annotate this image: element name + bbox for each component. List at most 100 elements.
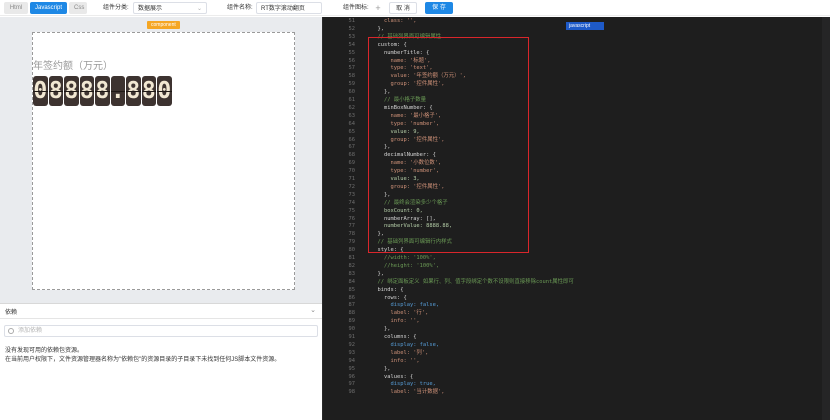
category-select[interactable]: 数据展示 ⌄ [133,2,207,14]
digit-box: 8 [126,76,141,106]
line-number: 54 [348,41,356,48]
empty-message-detail: 在当前用户权限下，文件资源管理器名称为"依赖包"的资源目录的子目录下未找到任何J… [5,357,281,363]
code-line[interactable]: label: '行', [371,310,428,318]
code-line[interactable]: }, [371,271,384,279]
line-number: 71 [348,176,356,182]
line-number: 68 [348,152,356,159]
line-number: 70 [348,168,356,175]
line-number: 75 [348,207,356,214]
tab-html[interactable]: Html [4,2,28,14]
dependency-title: 依赖 [5,310,18,316]
digit-box: 0 [33,76,48,106]
chevron-down-icon[interactable]: ⌄ [310,306,316,314]
code-line[interactable]: display: false, [371,342,439,350]
code-line[interactable]: info: '', [371,358,419,366]
code-line[interactable]: binds: { [371,287,403,295]
line-number: 79 [348,239,356,246]
preview-canvas: component 年签约额（万元） 0 8 8 8 8 . 8 8 0 [0,17,322,303]
digit-flipper: 0 8 8 8 8 . 8 8 0 [33,76,173,106]
line-number: 84 [348,278,356,285]
code-line[interactable]: columns: { [371,334,416,342]
line-number: 83 [348,270,356,277]
tab-javascript[interactable]: Javascript [30,2,67,14]
empty-message: 没有发现可用的依赖包资源。 [5,348,84,354]
component-preview[interactable]: 年签约额（万元） 0 8 8 8 8 . 8 8 0 [32,32,295,290]
name-label: 组件名称: [227,5,253,11]
code-line[interactable]: //width: '100%', [371,255,436,263]
digit-box: . [110,76,125,106]
code-line[interactable]: }, [371,26,384,34]
add-icon-button[interactable]: + [373,2,383,14]
code-line[interactable]: label: '列', [371,350,428,358]
line-number: 65 [348,128,356,135]
search-placeholder: 添加依赖 [18,328,43,334]
toolbar: Html Javascript Css 组件分类: 数据展示 ⌄ 组件名称: R… [0,0,830,16]
line-number: 97 [348,381,356,388]
line-number: 59 [348,81,356,88]
line-number: 72 [348,183,356,190]
dependency-search-input[interactable]: 添加依赖 [4,325,318,337]
line-number: 77 [348,223,356,230]
digit-box: 0 [157,76,172,106]
code-line[interactable]: }, [371,366,391,374]
line-number: 85 [348,286,356,293]
line-number-gutter: 51 52 53 54 55 56 57 58 59 60 61 62 63 64 65 66 67 68 69 70… [323,17,359,420]
code-line[interactable]: // 绑定面板定义 如果行、列、值字段绑定个数不设限则直接移除count属性即可 [371,279,573,287]
line-number: 76 [348,215,356,222]
line-number: 78 [348,231,356,238]
code-line[interactable]: values: { [371,374,413,382]
line-number: 51 [348,18,356,24]
code-line[interactable]: info: '', [371,318,419,326]
code-line[interactable]: label: '当计数据', [371,389,444,397]
tab-css[interactable]: Css [69,2,87,14]
number-title: 年签约额（万元） [33,61,113,72]
line-number: 55 [348,49,356,56]
line-number: 89 [348,318,356,325]
name-input[interactable]: RT数字滚动翻页 [256,2,322,14]
line-number: 61 [348,97,356,103]
digit-box: 8 [48,76,63,106]
code-line[interactable]: rows: { [371,295,407,303]
component-tag: component [147,21,180,29]
line-number: 74 [348,199,356,206]
line-number: 82 [348,262,356,269]
line-number: 69 [348,160,356,167]
scrollbar[interactable] [822,17,830,420]
icon-label: 组件图标: [343,5,369,11]
line-number: 63 [348,112,356,119]
line-number: 93 [348,349,356,356]
code-line[interactable]: //height: '100%', [371,263,439,271]
line-number: 67 [348,144,356,151]
code-editor[interactable]: 51 52 53 54 55 56 57 58 59 60 61 62 63 64 65 66 67 68 69 70… [322,17,830,420]
line-number: 73 [348,191,356,198]
line-number: 95 [348,365,356,372]
line-number: 96 [348,373,356,380]
dependency-header[interactable]: 依赖 ⌄ [0,304,322,319]
line-number: 66 [348,136,356,143]
line-number: 57 [348,65,356,72]
digit-box: 8 [95,76,110,106]
digit-box: 8 [64,76,79,106]
line-number: 80 [348,247,356,254]
line-number: 92 [348,341,356,348]
component-editor: Html Javascript Css 组件分类: 数据展示 ⌄ 组件名称: R… [0,0,830,420]
line-number: 98 [348,389,356,396]
line-number: 90 [348,326,356,333]
plus-icon: + [375,3,381,13]
code-line[interactable]: }, [371,326,391,334]
line-number: 94 [348,357,356,364]
category-value: 数据展示 [138,6,163,12]
save-button[interactable]: 保 存 [425,2,453,14]
category-label: 组件分类: [103,5,129,11]
line-number: 87 [348,302,356,309]
cancel-button[interactable]: 取 消 [389,2,417,14]
highlight-box [368,37,529,253]
line-number: 88 [348,310,356,317]
line-number: 86 [348,294,356,301]
chevron-down-icon: ⌄ [196,6,202,12]
line-number: 58 [348,73,356,80]
line-number: 64 [348,120,356,127]
line-number: 81 [348,255,356,261]
digit-box: 8 [141,76,156,106]
code-line[interactable]: class: '', [371,18,416,26]
